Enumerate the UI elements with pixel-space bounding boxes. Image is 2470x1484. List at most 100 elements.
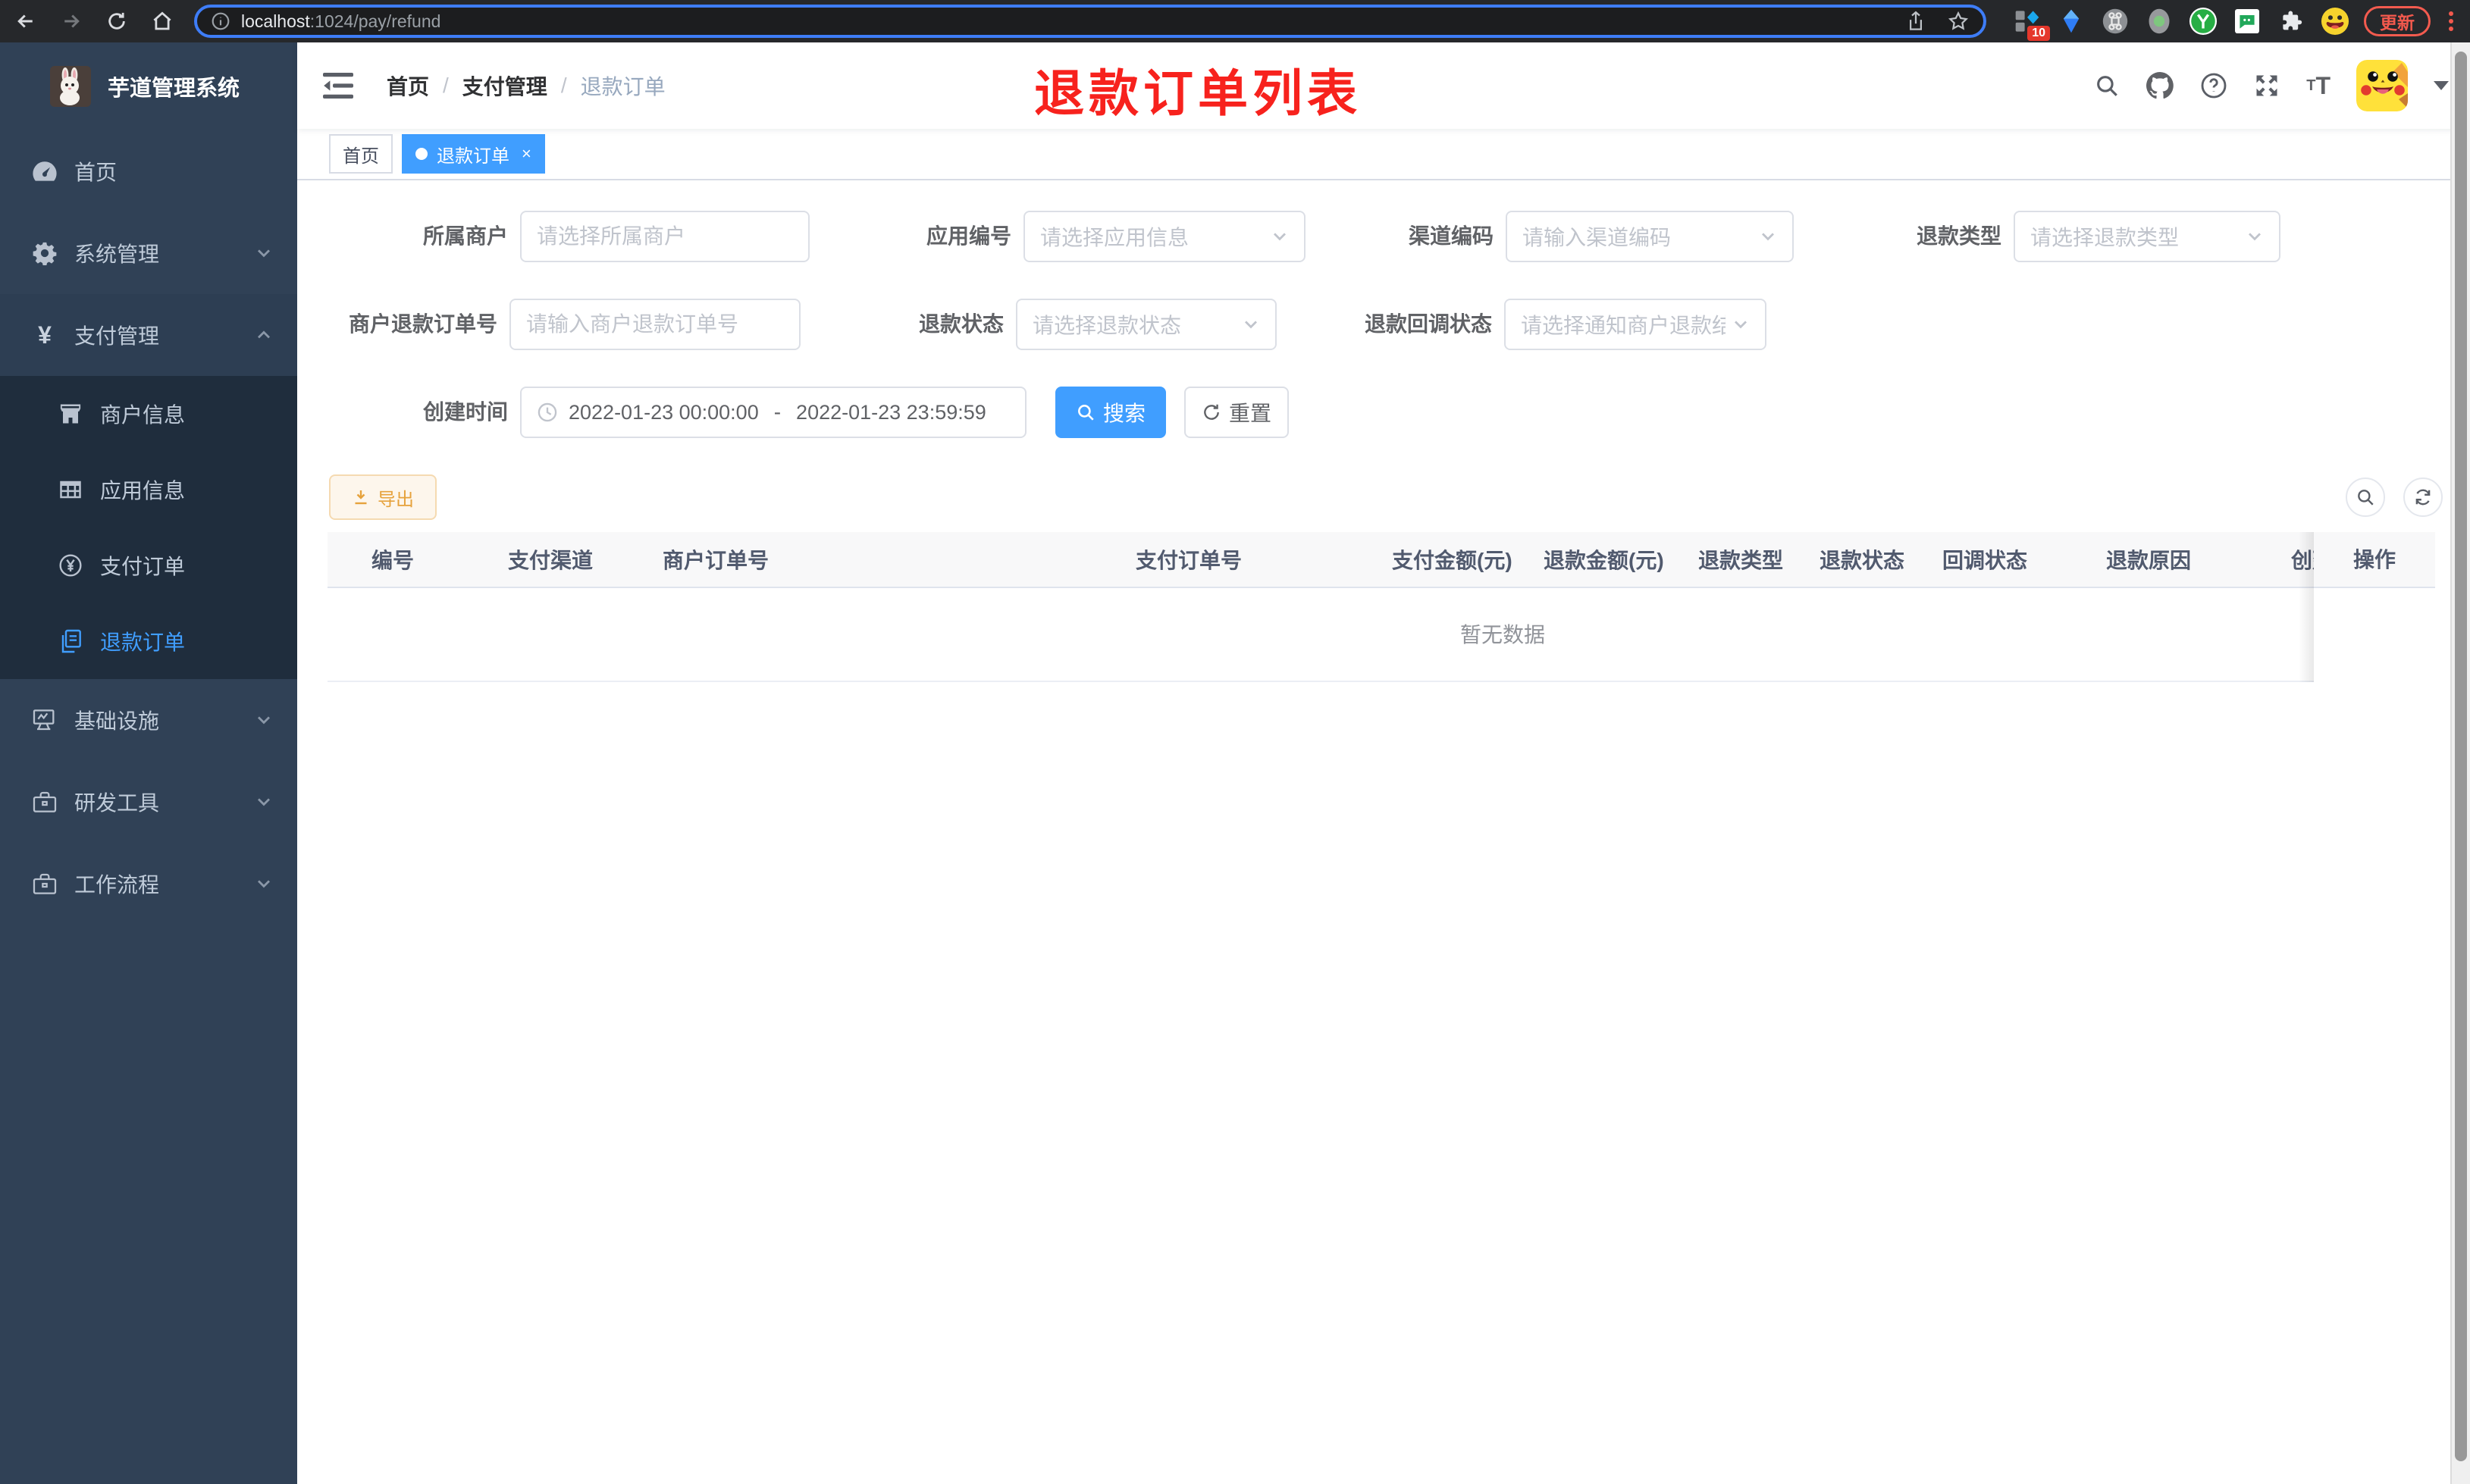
yen-circle-icon [58, 553, 83, 578]
avatar-caret-icon[interactable] [2434, 81, 2449, 90]
filter-label-callback-status: 退款回调状态 [1364, 312, 1492, 336]
back-icon[interactable] [6, 5, 45, 38]
extensions-cluster: 10 更新 [2012, 0, 2458, 42]
site-info-icon[interactable] [211, 11, 230, 31]
workflow-extension-icon[interactable]: 10 [2012, 6, 2050, 41]
scrollbar-track[interactable] [2450, 42, 2470, 1484]
date-start[interactable]: 2022-01-23 00:00:00 [569, 401, 759, 424]
app-logo[interactable]: 芋道管理系统 [0, 42, 297, 130]
chevron-down-icon [255, 711, 273, 729]
kite-extension-icon[interactable] [2056, 6, 2086, 36]
browser-update-button[interactable]: 更新 [2364, 6, 2431, 36]
navbar: 首页 / 支付管理 / 退款订单 退款订单列表 T T [297, 42, 2470, 129]
col-refund-amount: 退款金额(元) [1544, 549, 1664, 572]
url-text: localhost:1024/pay/refund [241, 11, 441, 31]
logo-rabbit-avatar [50, 66, 91, 107]
forward-icon[interactable] [52, 5, 91, 38]
merchant-input-field[interactable] [537, 224, 793, 249]
merchant-refund-no-field[interactable] [526, 312, 784, 337]
screen: localhost:1024/pay/refund 10 更新 芋道管理系统 首… [0, 0, 2470, 1484]
bookmark-star-icon[interactable] [1947, 10, 1970, 33]
sidebar-item-merchant-info[interactable]: 商户信息 [0, 376, 297, 452]
main-panel: 首页 / 支付管理 / 退款订单 退款订单列表 T T 首页 退款订单 × 所属… [297, 42, 2470, 1484]
col-id: 编号 [371, 549, 415, 572]
breadcrumb-pay[interactable]: 支付管理 [462, 70, 547, 101]
date-range-picker[interactable]: 2022-01-23 00:00:00 - 2022-01-23 23:59:5… [520, 387, 1027, 438]
sidebar-submenu-pay: 商户信息 应用信息 支付订单 退款订单 [0, 376, 297, 679]
breadcrumb-refund: 退款订单 [580, 75, 666, 99]
github-icon[interactable] [2146, 71, 2174, 100]
sidebar-item-pay-order[interactable]: 支付订单 [0, 528, 297, 603]
documents-icon [58, 629, 83, 653]
record-extension-icon[interactable] [2144, 6, 2174, 36]
merchant-input[interactable] [520, 211, 810, 262]
url-bar[interactable]: localhost:1024/pay/refund [194, 5, 1986, 38]
app-title: 芋道管理系统 [108, 77, 240, 101]
font-size-icon[interactable]: TT [2306, 72, 2331, 100]
scrollbar-thumb[interactable] [2455, 52, 2467, 1461]
close-tab-icon[interactable]: × [522, 144, 531, 164]
monitor-icon [32, 709, 58, 731]
export-button[interactable]: 导出 [329, 474, 437, 520]
app-select[interactable]: 请选择应用信息 [1023, 211, 1306, 262]
date-end[interactable]: 2022-01-23 23:59:59 [796, 401, 986, 424]
refresh-button[interactable] [2403, 477, 2443, 517]
filter-label-app: 应用编号 [926, 224, 1011, 248]
share-icon[interactable] [1906, 10, 1926, 33]
merchant-refund-no-input[interactable] [509, 299, 801, 350]
help-icon[interactable] [2200, 72, 2227, 99]
col-merchant-order-no: 商户订单号 [663, 549, 770, 572]
col-operation: 操作 [2314, 532, 2435, 588]
sidebar-item-devtools[interactable]: 研发工具 [0, 761, 297, 843]
sidebar-collapse-icon[interactable] [323, 71, 353, 100]
sidebar-item-app-info[interactable]: 应用信息 [0, 452, 297, 528]
date-separator: - [773, 400, 782, 424]
home-icon[interactable] [143, 5, 182, 38]
chevron-down-icon [255, 793, 273, 811]
filter-label-refund-type: 退款类型 [1916, 224, 2001, 248]
store-icon [58, 403, 83, 424]
channel-select[interactable]: 请输入渠道编码 [1506, 211, 1794, 262]
clock-icon [537, 402, 558, 423]
filter-label-merchant-refund-no: 商户退款订单号 [348, 312, 497, 336]
chevron-down-icon [1732, 315, 1750, 333]
tags-view-bar: 首页 退款订单 × [297, 129, 2470, 180]
breadcrumb-home[interactable]: 首页 [387, 70, 429, 101]
grid-icon [58, 480, 83, 499]
chevron-down-icon [255, 244, 273, 262]
emoji-extension-icon[interactable] [2320, 6, 2350, 36]
sidebar-item-system[interactable]: 系统管理 [0, 212, 297, 294]
tag-home[interactable]: 首页 [329, 134, 393, 174]
chat-extension-icon[interactable] [2232, 6, 2262, 36]
col-pay-order-no: 支付订单号 [1136, 549, 1243, 572]
app-window: 芋道管理系统 首页 系统管理 ¥ 支付管理 商户信息 应用信息 支付订单 退款订… [0, 42, 2470, 1484]
content: 所属商户 应用编号 请选择应用信息 渠道编码 请输入渠道编码 退款类型 请选择退… [297, 182, 2470, 1484]
col-refund-type: 退款类型 [1698, 549, 1784, 572]
user-avatar[interactable] [2356, 60, 2408, 111]
col-pay-amount: 支付金额(元) [1392, 549, 1512, 572]
yen-icon: ¥ [38, 321, 52, 349]
tag-refund-order[interactable]: 退款订单 × [402, 134, 545, 174]
refund-table: 编号 支付渠道 商户订单号 支付订单号 支付金额(元) 退款金额(元) 退款类型… [328, 532, 2435, 682]
reset-button[interactable]: 重置 [1184, 387, 1289, 438]
puzzle-extensions-icon[interactable] [2276, 6, 2306, 36]
sidebar-item-workflow[interactable]: 工作流程 [0, 843, 297, 925]
sidebar-item-refund-order[interactable]: 退款订单 [0, 603, 297, 679]
sidebar-item-infra[interactable]: 基础设施 [0, 679, 297, 761]
fullscreen-icon[interactable] [2253, 72, 2280, 99]
y-extension-icon[interactable] [2188, 6, 2218, 36]
fixed-column-shadow [2299, 532, 2314, 682]
refund-type-select[interactable]: 请选择退款类型 [2014, 211, 2280, 262]
search-icon[interactable] [2094, 73, 2120, 99]
sidebar-item-home[interactable]: 首页 [0, 130, 297, 212]
refund-status-select[interactable]: 请选择退款状态 [1016, 299, 1277, 350]
sidebar-item-pay[interactable]: ¥ 支付管理 [0, 294, 297, 376]
callback-status-select[interactable]: 请选择通知商户退款结果 [1504, 299, 1766, 350]
command-extension-icon[interactable] [2100, 6, 2130, 36]
browser-toolbar: localhost:1024/pay/refund 10 更新 [0, 0, 2470, 42]
search-button[interactable]: 搜索 [1055, 387, 1166, 438]
table-empty-body: 暂无数据 [328, 588, 2435, 682]
show-search-button[interactable] [2346, 477, 2385, 517]
reload-icon[interactable] [97, 5, 136, 38]
browser-menu-icon[interactable] [2444, 11, 2458, 31]
